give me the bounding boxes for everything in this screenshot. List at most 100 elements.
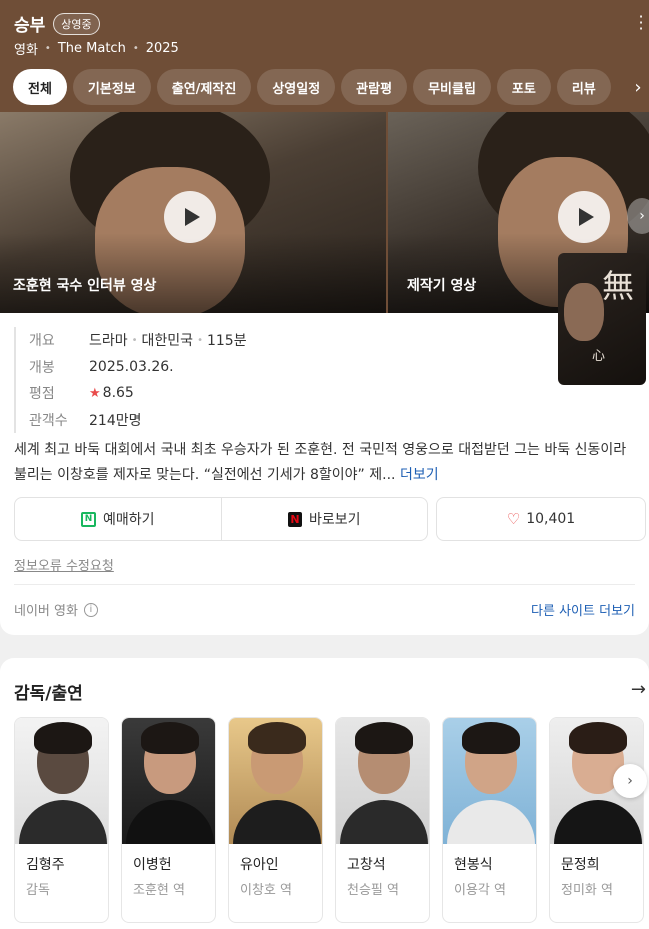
audience-count: 214만명 bbox=[89, 412, 142, 429]
info-card: 無 心 개요 드라마 • 대한민국 • 115분 개봉 2025.03.26. … bbox=[0, 253, 649, 635]
synopsis-more-link[interactable]: 더보기 bbox=[400, 467, 439, 483]
rating-value[interactable]: ★ 8.65 bbox=[89, 385, 134, 401]
tab-cast-crew[interactable]: 출연/제작진 bbox=[156, 69, 252, 105]
avatar-hair bbox=[141, 722, 199, 754]
more-options-icon[interactable]: · · · bbox=[637, 9, 645, 37]
cast-name: 김형주 bbox=[26, 857, 65, 873]
source-name: 네이버 영화 bbox=[14, 604, 78, 619]
tab-showtimes[interactable]: 상영일정 bbox=[257, 69, 336, 105]
report-error-link[interactable]: 정보오류 수정요청 bbox=[14, 555, 114, 574]
cast-card[interactable]: 현봉식 이용각 역 bbox=[442, 717, 537, 923]
tab-movie-clips[interactable]: 무비클립 bbox=[413, 69, 491, 105]
cast-role: 이창호 역 bbox=[240, 883, 292, 898]
cast-card[interactable]: 고창석 천승필 역 bbox=[335, 717, 430, 923]
info-separator: • bbox=[197, 334, 203, 346]
cast-role: 이용각 역 bbox=[454, 883, 506, 898]
play-icon[interactable] bbox=[558, 191, 610, 243]
info-label: 평점 bbox=[29, 386, 55, 403]
avatar-hair bbox=[355, 722, 413, 754]
naver-calendar-icon: N bbox=[80, 511, 96, 527]
meta-english-title: The Match bbox=[57, 41, 126, 56]
avatar bbox=[15, 718, 108, 844]
avatar-body bbox=[126, 800, 214, 844]
info-row-audience: 관객수 214만명 bbox=[29, 407, 247, 434]
watch-label: 바로보기 bbox=[308, 512, 361, 528]
cast-name: 유아인 bbox=[240, 857, 279, 873]
tab-reviews[interactable]: 리뷰 bbox=[556, 69, 611, 105]
tab-photos[interactable]: 포토 bbox=[496, 69, 551, 105]
avatar-hair bbox=[34, 722, 92, 754]
cast-card[interactable]: 김형주 감독 bbox=[14, 717, 109, 923]
poster-figure bbox=[564, 283, 604, 341]
movie-title: 승부 bbox=[14, 16, 46, 36]
synopsis-text: 세계 최고 바둑 대회에서 국내 최초 우승자가 된 조훈현. 전 국민적 영웅… bbox=[14, 442, 627, 483]
info-separator: • bbox=[131, 334, 138, 346]
avatar bbox=[229, 718, 322, 844]
star-icon: ★ bbox=[89, 385, 101, 401]
movie-header: 승부 상영중 · · · 영화 • The Match • 2025 전체 기본정보… bbox=[0, 0, 649, 313]
avatar-hair bbox=[569, 722, 627, 754]
avatar-hair bbox=[462, 722, 520, 754]
info-row-rating: 평점 ★ 8.65 bbox=[29, 380, 247, 407]
video-thumbnail-interview[interactable]: 조훈현 국수 인터뷰 영상 bbox=[0, 112, 386, 313]
avatar bbox=[122, 718, 215, 844]
info-label: 개봉 bbox=[29, 359, 55, 376]
avatar-body bbox=[233, 800, 321, 844]
cast-next-icon[interactable]: › bbox=[613, 764, 647, 798]
movie-meta: 영화 • The Match • 2025 bbox=[14, 39, 179, 58]
avatar bbox=[336, 718, 429, 844]
country[interactable]: 대한민국 bbox=[142, 330, 194, 350]
reserve-button[interactable]: N 예매하기 bbox=[15, 498, 221, 540]
video-caption: 조훈현 국수 인터뷰 영상 bbox=[13, 278, 157, 294]
info-icon[interactable]: i bbox=[83, 602, 98, 617]
tab-audience-reviews[interactable]: 관람평 bbox=[341, 69, 408, 105]
tab-scroll-right-icon[interactable]: › bbox=[627, 69, 649, 105]
cast-section: 감독/출연 → 김형주 감독 이병헌 조훈현 역 유아인 이창호 역 고창석 천… bbox=[0, 658, 649, 929]
like-button[interactable]: ♡ 10,401 bbox=[436, 497, 646, 541]
tab-basic-info[interactable]: 기본정보 bbox=[72, 69, 151, 105]
rating-score: 8.65 bbox=[102, 385, 134, 402]
cast-card[interactable]: 문정희 정미화 역 bbox=[549, 717, 644, 923]
reserve-label: 예매하기 bbox=[102, 512, 155, 528]
arrow-right-icon[interactable]: → bbox=[631, 679, 646, 700]
like-count: 10,401 bbox=[526, 511, 576, 527]
watch-button[interactable]: N 바로보기 bbox=[220, 498, 428, 540]
cast-card[interactable]: 유아인 이창호 역 bbox=[228, 717, 323, 923]
info-label: 개요 bbox=[29, 333, 55, 350]
other-sites-link[interactable]: 다른 사이트 더보기 bbox=[531, 600, 635, 619]
cast-section-title: 감독/출연 bbox=[14, 684, 83, 704]
info-row-summary: 개요 드라마 • 대한민국 • 115분 bbox=[29, 327, 247, 354]
poster-calligraphy: 無 bbox=[602, 267, 635, 305]
movie-poster[interactable]: 無 心 bbox=[558, 253, 646, 385]
meta-type: 영화 bbox=[14, 43, 38, 58]
meta-separator: • bbox=[44, 43, 51, 54]
cast-name: 현봉식 bbox=[454, 857, 493, 873]
genre[interactable]: 드라마 bbox=[89, 330, 128, 350]
video-carousel: 조훈현 국수 인터뷰 영상 제작기 영상 › bbox=[0, 112, 649, 313]
tab-bar: 전체 기본정보 출연/제작진 상영일정 관람평 무비클립 포토 리뷰 bbox=[13, 69, 617, 105]
cast-card[interactable]: 이병헌 조훈현 역 bbox=[121, 717, 216, 923]
source-label: 네이버 영화 i bbox=[14, 600, 98, 619]
avatar-hair bbox=[248, 722, 306, 754]
video-shade bbox=[0, 233, 386, 313]
cast-name: 고창석 bbox=[347, 857, 386, 873]
cast-list: 김형주 감독 이병헌 조훈현 역 유아인 이창호 역 고창석 천승필 역 현봉식… bbox=[14, 717, 649, 923]
meta-year: 2025 bbox=[145, 41, 179, 56]
info-row-release: 개봉 2025.03.26. bbox=[29, 354, 247, 381]
synopsis: 세계 최고 바둑 대회에서 국내 최초 우승자가 된 조훈현. 전 국민적 영웅… bbox=[14, 438, 638, 488]
avatar-body bbox=[340, 800, 428, 844]
play-icon[interactable] bbox=[164, 191, 216, 243]
meta-separator: • bbox=[132, 43, 139, 54]
video-caption: 제작기 영상 bbox=[407, 278, 477, 294]
poster-calligraphy: 心 bbox=[592, 349, 606, 364]
tab-all[interactable]: 전체 bbox=[13, 69, 67, 105]
carousel-next-icon[interactable]: › bbox=[627, 198, 649, 234]
action-buttons: N 예매하기 N 바로보기 bbox=[14, 497, 428, 541]
avatar bbox=[443, 718, 536, 844]
divider bbox=[14, 584, 635, 585]
info-list: 개요 드라마 • 대한민국 • 115분 개봉 2025.03.26. 평점 ★… bbox=[14, 327, 247, 433]
heart-icon: ♡ bbox=[506, 510, 521, 528]
avatar-body bbox=[19, 800, 107, 844]
netflix-icon: N bbox=[287, 511, 302, 527]
title-row: 승부 상영중 bbox=[14, 11, 100, 36]
